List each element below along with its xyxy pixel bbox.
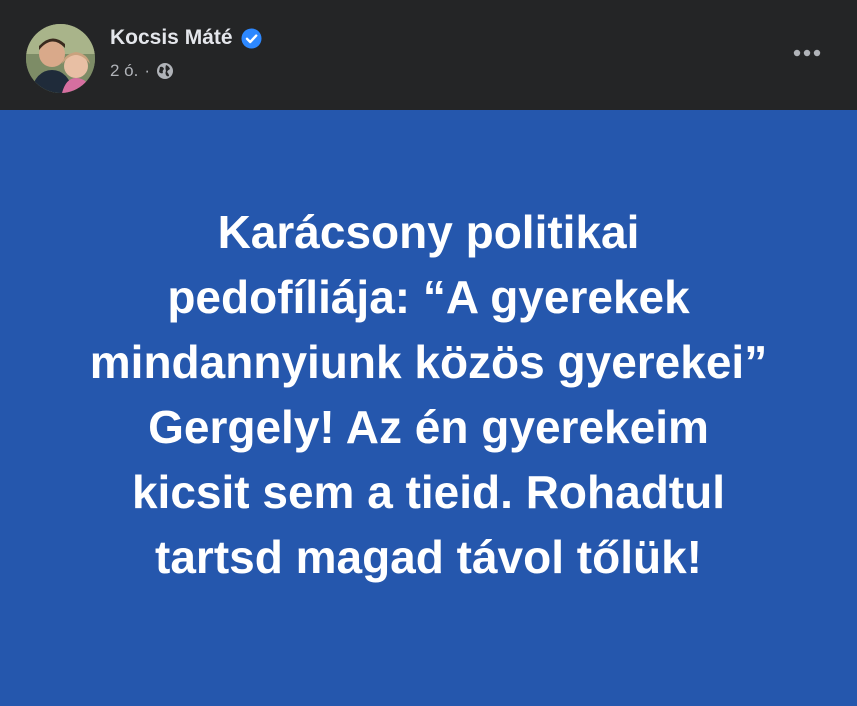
post-text-line: Gergely! Az én gyerekeim <box>148 401 709 453</box>
post-text: Karácsony politikai pedofíliája: “A gyer… <box>34 200 824 590</box>
globe-icon[interactable] <box>156 62 174 80</box>
more-options-icon <box>793 49 821 57</box>
avatar-photo-icon <box>26 24 95 93</box>
author-row: Kocsis Máté <box>110 25 262 51</box>
post-content: Karácsony politikai pedofíliája: “A gyer… <box>0 110 857 706</box>
facebook-post: Kocsis Máté 2 ó. · Karácsony politikai p… <box>0 0 857 706</box>
post-meta: 2 ó. · <box>110 61 174 81</box>
verified-badge-icon <box>241 28 262 49</box>
post-text-line: mindannyiunk közös gyerekei” <box>89 336 768 388</box>
post-timestamp[interactable]: 2 ó. <box>110 61 138 81</box>
meta-separator: · <box>144 61 151 80</box>
post-text-line: Karácsony politikai <box>217 206 640 258</box>
post-text-line: tartsd magad távol tőlük! <box>155 531 702 583</box>
author-avatar[interactable] <box>26 24 95 93</box>
post-text-line: kicsit sem a tieid. Rohadtul <box>131 466 726 518</box>
post-header: Kocsis Máté 2 ó. · <box>0 0 857 110</box>
more-options-button[interactable] <box>787 38 827 68</box>
post-text-line: pedofíliája: “A gyerekek <box>167 271 690 323</box>
author-name[interactable]: Kocsis Máté <box>110 26 233 50</box>
